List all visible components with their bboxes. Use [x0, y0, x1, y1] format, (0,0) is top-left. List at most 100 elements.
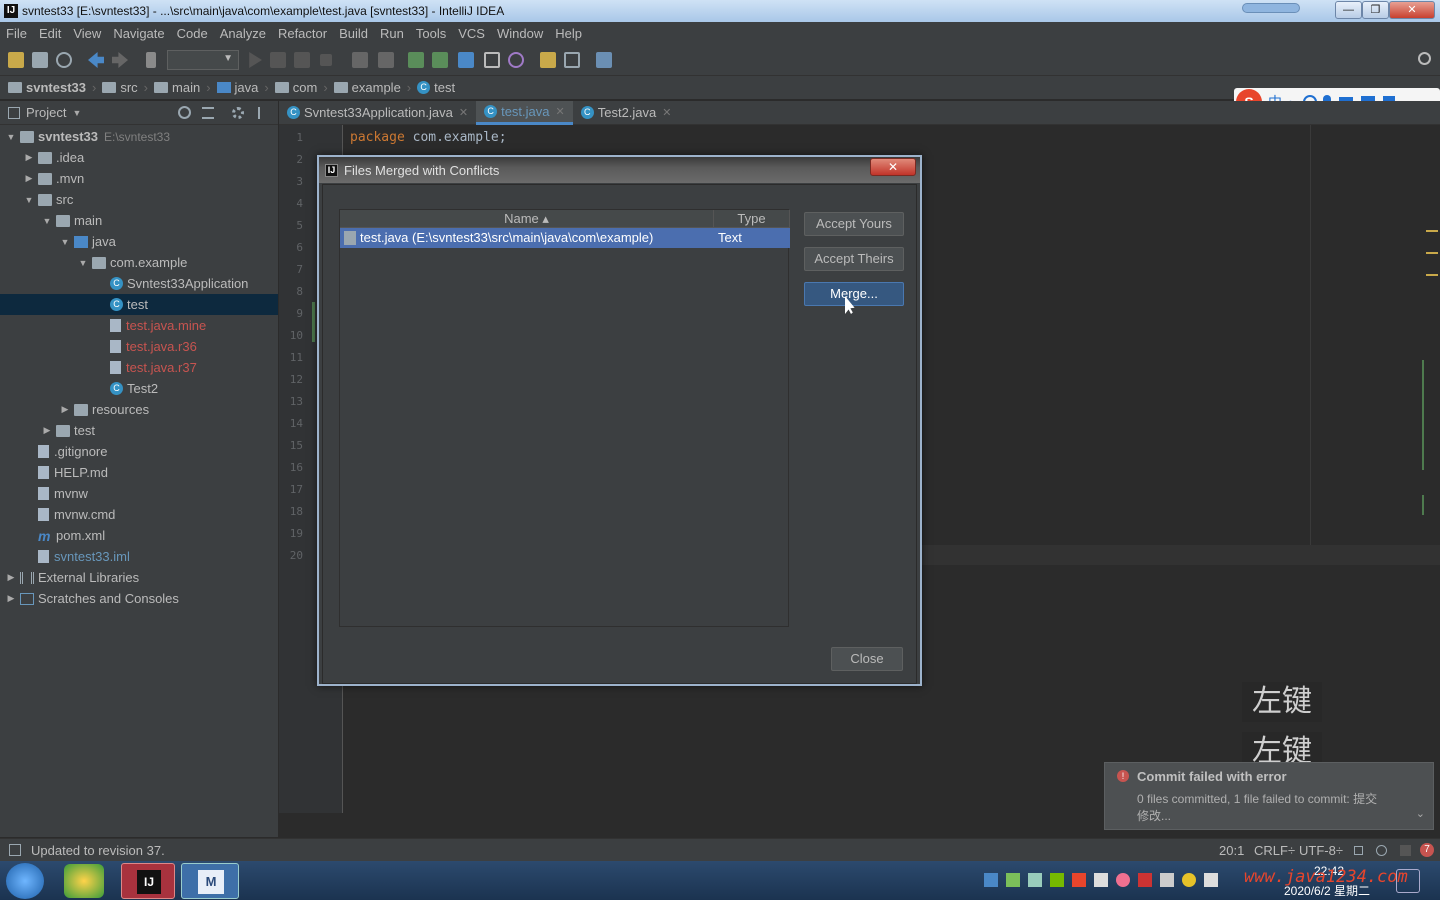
- breadcrumb-item-project[interactable]: svntest33 ›: [8, 80, 96, 95]
- breadcrumb-item-java[interactable]: java ›: [216, 80, 269, 95]
- hector-icon[interactable]: [1376, 844, 1387, 856]
- tray-nvidia-icon[interactable]: [1050, 873, 1064, 887]
- breadcrumb-item-main[interactable]: main ›: [154, 80, 211, 95]
- collapsed-arrow-icon[interactable]: ▶: [60, 404, 70, 415]
- vcs-update-icon[interactable]: [352, 52, 368, 68]
- tray-shield-icon[interactable]: [1006, 873, 1020, 887]
- menu-vcs[interactable]: VCS: [452, 26, 491, 41]
- tray-usb-icon[interactable]: [1094, 873, 1108, 887]
- tree-item[interactable]: C Svntest33Application: [0, 273, 278, 294]
- tree-item[interactable]: ▶ Scratches and Consoles: [0, 588, 278, 609]
- locate-icon[interactable]: [178, 106, 191, 119]
- lock-icon[interactable]: [1354, 845, 1363, 855]
- breadcrumb-item-src[interactable]: src ›: [102, 80, 148, 95]
- close-tab-icon[interactable]: ✕: [459, 106, 468, 119]
- tree-item[interactable]: ▼ src: [0, 189, 278, 210]
- menu-code[interactable]: Code: [171, 26, 214, 41]
- tool-windows-icon[interactable]: [9, 844, 21, 856]
- column-header-name[interactable]: Name ▴: [340, 210, 714, 228]
- tray-app-icon[interactable]: [1028, 873, 1042, 887]
- menu-view[interactable]: View: [67, 26, 107, 41]
- caret-position[interactable]: 20:1: [1219, 843, 1244, 858]
- tab-test2-java[interactable]: C Test2.java ✕: [573, 101, 680, 125]
- sync-icon[interactable]: [56, 52, 72, 68]
- tab-test-java[interactable]: Ctest.java ✕: [476, 100, 573, 125]
- tree-item[interactable]: test.java.r37: [0, 357, 278, 378]
- tree-item[interactable]: mvnw: [0, 483, 278, 504]
- menu-tools[interactable]: Tools: [410, 26, 452, 41]
- tree-item[interactable]: mvnw.cmd: [0, 504, 278, 525]
- project-view-selector[interactable]: Project: [26, 105, 66, 120]
- column-header-type[interactable]: Type: [714, 210, 790, 228]
- tree-item[interactable]: ▶ test: [0, 420, 278, 441]
- tree-item[interactable]: ▶ .mvn: [0, 168, 278, 189]
- expanded-arrow-icon[interactable]: ▼: [42, 216, 52, 226]
- save-icon[interactable]: [32, 52, 48, 68]
- commit-error-notification[interactable]: ! Commit failed with error 0 files commi…: [1104, 762, 1434, 830]
- close-window-button[interactable]: ✕: [1389, 1, 1435, 19]
- event-log-icon[interactable]: [1400, 844, 1411, 856]
- tree-item[interactable]: svntest33.iml: [0, 546, 278, 567]
- menu-analyze[interactable]: Analyze: [214, 26, 272, 41]
- code-line-1[interactable]: package com.example;: [350, 130, 507, 145]
- open-folder-icon[interactable]: [8, 52, 24, 68]
- vcs-history-icon[interactable]: [432, 52, 448, 68]
- menu-edit[interactable]: Edit: [33, 26, 67, 41]
- chevron-down-icon[interactable]: ▼: [72, 108, 81, 118]
- vcs-commit-icon[interactable]: [378, 52, 394, 68]
- tree-item[interactable]: ▼ com.example: [0, 252, 278, 273]
- show-desktop-button[interactable]: [1396, 869, 1420, 893]
- collapse-all-icon[interactable]: [202, 106, 214, 119]
- accept-theirs-button[interactable]: Accept Theirs: [804, 247, 904, 271]
- tray-flower-icon[interactable]: [1116, 873, 1130, 887]
- maximize-button[interactable]: ❐: [1362, 1, 1389, 19]
- taskbar-app-button[interactable]: M: [181, 863, 239, 899]
- tree-item[interactable]: ▶ External Libraries: [0, 567, 278, 588]
- menu-refactor[interactable]: Refactor: [272, 26, 333, 41]
- collapsed-arrow-icon[interactable]: ▶: [6, 593, 16, 604]
- accept-yours-button[interactable]: Accept Yours: [804, 212, 904, 236]
- expanded-arrow-icon[interactable]: ▼: [60, 237, 70, 247]
- run-config-dropdown[interactable]: ▼: [167, 50, 239, 70]
- tray-display-icon[interactable]: [1160, 873, 1174, 887]
- hide-panel-icon[interactable]: [258, 106, 270, 119]
- close-button[interactable]: Close: [831, 647, 903, 671]
- line-separator[interactable]: CRLF÷: [1254, 843, 1295, 858]
- menu-build[interactable]: Build: [333, 26, 374, 41]
- tree-item[interactable]: ▶ .idea: [0, 147, 278, 168]
- merge-button[interactable]: Merge...: [804, 282, 904, 306]
- close-tab-icon[interactable]: ✕: [556, 105, 565, 118]
- tree-item[interactable]: HELP.md: [0, 462, 278, 483]
- tree-item[interactable]: .gitignore: [0, 441, 278, 462]
- breadcrumb-item-com[interactable]: com ›: [274, 80, 328, 95]
- menu-navigate[interactable]: Navigate: [107, 26, 170, 41]
- tray-sogou-icon[interactable]: [1072, 873, 1086, 887]
- table-row[interactable]: test.java (E:\svntest33\src\main\java\co…: [340, 228, 790, 248]
- collapsed-arrow-icon[interactable]: ▶: [42, 425, 52, 436]
- collapsed-arrow-icon[interactable]: ▶: [6, 572, 16, 583]
- tray-volume-icon[interactable]: [1204, 873, 1218, 887]
- menu-window[interactable]: Window: [491, 26, 549, 41]
- tree-item[interactable]: ▼ java: [0, 231, 278, 252]
- expanded-arrow-icon[interactable]: ▼: [6, 132, 16, 142]
- close-tab-icon[interactable]: ✕: [662, 106, 671, 119]
- vcs-show-changes-icon[interactable]: [484, 52, 500, 68]
- tree-item[interactable]: C Test2: [0, 378, 278, 399]
- tree-item[interactable]: ▶ resources: [0, 399, 278, 420]
- start-button[interactable]: [6, 863, 44, 899]
- back-arrow-icon[interactable]: [88, 52, 104, 68]
- gear-icon[interactable]: [232, 106, 244, 119]
- taskbar-app-icon[interactable]: [64, 864, 104, 898]
- collapsed-arrow-icon[interactable]: ▶: [24, 152, 34, 163]
- stop-icon[interactable]: [320, 54, 332, 66]
- breadcrumb-item-test[interactable]: Ctest: [417, 80, 455, 95]
- tree-item[interactable]: test.java.r36: [0, 336, 278, 357]
- tray-red-icon[interactable]: [1138, 873, 1152, 887]
- minimize-button[interactable]: —: [1335, 1, 1362, 19]
- file-encoding[interactable]: UTF-8÷: [1299, 843, 1343, 858]
- settings-wrench-icon[interactable]: [540, 52, 556, 68]
- taskbar-intellij-button[interactable]: IJ: [121, 863, 175, 899]
- tree-item[interactable]: ▼ main: [0, 210, 278, 231]
- tree-item[interactable]: ▼ svntest33 E:\svntest33: [0, 126, 278, 147]
- breadcrumb-item-example[interactable]: example ›: [333, 80, 411, 95]
